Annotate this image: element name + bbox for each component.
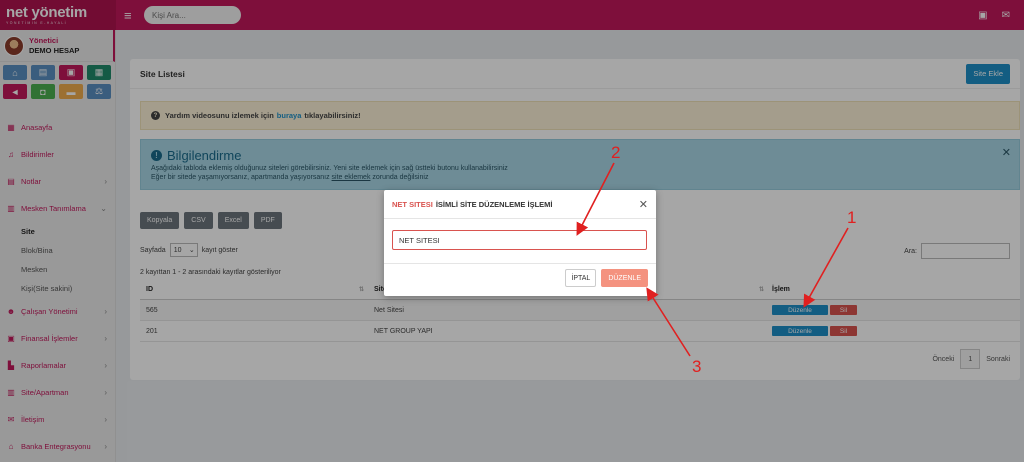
- arrow-2: [576, 162, 615, 236]
- annotation-number-2: 2: [611, 143, 621, 162]
- arrow-1: [803, 227, 849, 308]
- arrow-3: [646, 287, 691, 357]
- annotation-arrows: [576, 162, 849, 357]
- annotation-number-3: 3: [692, 357, 702, 376]
- annotation-number-1: 1: [847, 208, 857, 227]
